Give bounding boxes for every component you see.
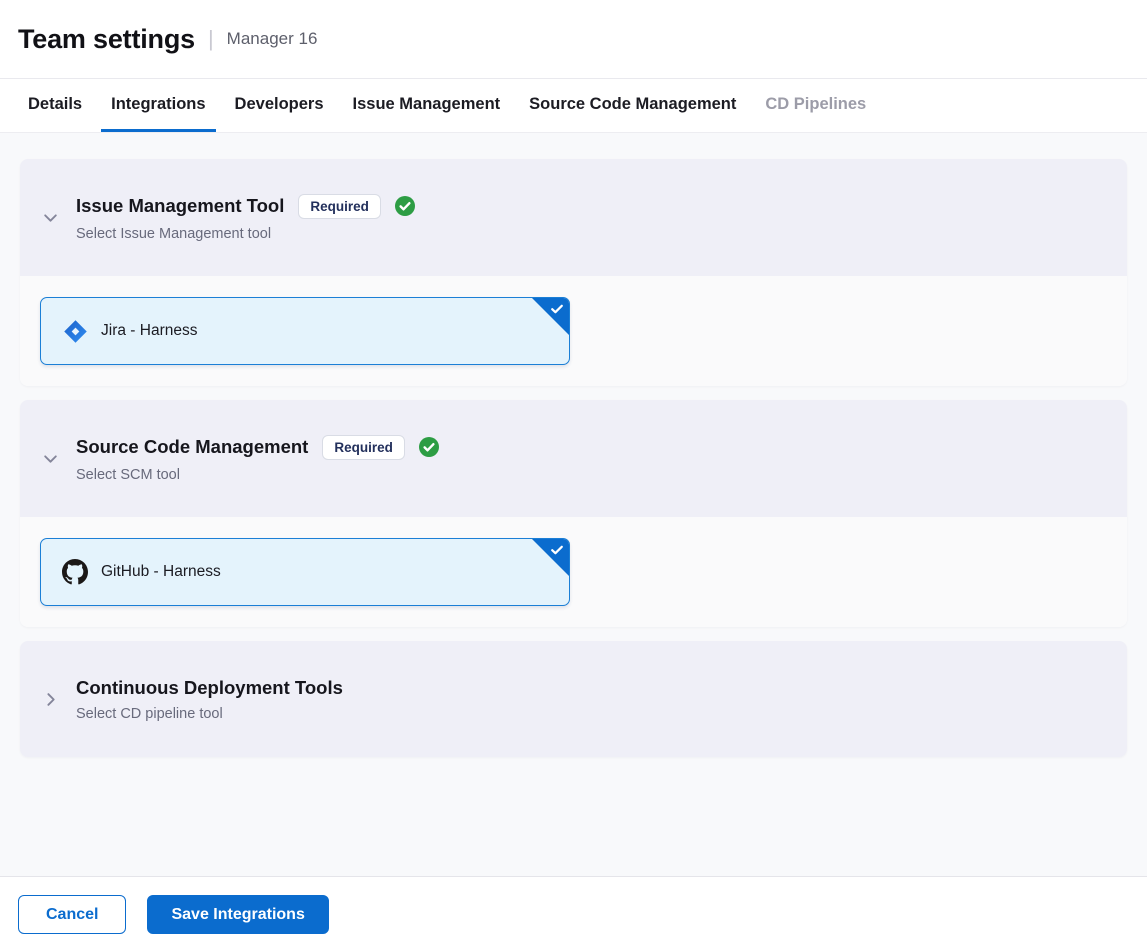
- section-titles: Issue Management Tool Required Select Is…: [76, 194, 415, 242]
- issue-management-section: Issue Management Tool Required Select Is…: [20, 159, 1127, 386]
- issue-management-options: Jira - Harness: [20, 276, 1127, 386]
- section-title: Issue Management Tool: [76, 195, 284, 217]
- continuous-deployment-section-header[interactable]: Continuous Deployment Tools Select CD pi…: [20, 641, 1127, 757]
- issue-management-section-header[interactable]: Issue Management Tool Required Select Is…: [20, 159, 1127, 276]
- chevron-down-icon[interactable]: [40, 208, 60, 228]
- section-titles: Source Code Management Required Select S…: [76, 435, 439, 483]
- chevron-right-icon[interactable]: [40, 689, 60, 709]
- save-integrations-button[interactable]: Save Integrations: [147, 895, 328, 934]
- continuous-deployment-section: Continuous Deployment Tools Select CD pi…: [20, 641, 1127, 757]
- github-logo-icon: [62, 559, 88, 585]
- jira-logo-icon: [62, 318, 88, 344]
- footer-action-bar: Cancel Save Integrations: [0, 876, 1147, 952]
- team-name-label: Manager 16: [227, 29, 318, 49]
- chevron-down-icon[interactable]: [40, 449, 60, 469]
- page-title: Team settings: [18, 24, 195, 55]
- green-check-circle-icon: [419, 437, 439, 457]
- green-check-circle-icon: [395, 196, 415, 216]
- jira-harness-card[interactable]: Jira - Harness: [40, 297, 570, 365]
- tab-source-code-management[interactable]: Source Code Management: [519, 79, 746, 132]
- team-settings-page: Team settings | Manager 16 Details Integ…: [0, 0, 1147, 952]
- section-title: Continuous Deployment Tools: [76, 677, 343, 699]
- tab-integrations[interactable]: Integrations: [101, 79, 215, 132]
- title-separator: |: [208, 26, 214, 52]
- section-subtitle: Select CD pipeline tool: [76, 706, 343, 722]
- tab-developers[interactable]: Developers: [225, 79, 334, 132]
- tool-card-label: GitHub - Harness: [101, 563, 221, 581]
- source-code-management-options: GitHub - Harness: [20, 517, 1127, 627]
- required-badge: Required: [298, 194, 381, 219]
- github-harness-card[interactable]: GitHub - Harness: [40, 538, 570, 606]
- cancel-button[interactable]: Cancel: [18, 895, 126, 934]
- page-header: Team settings | Manager 16: [0, 0, 1147, 79]
- section-titles: Continuous Deployment Tools Select CD pi…: [76, 677, 343, 722]
- tab-details[interactable]: Details: [18, 79, 92, 132]
- corner-checkmark-icon: [549, 301, 565, 317]
- integrations-panel: Issue Management Tool Required Select Is…: [0, 133, 1147, 876]
- tab-issue-management[interactable]: Issue Management: [343, 79, 511, 132]
- source-code-management-section-header[interactable]: Source Code Management Required Select S…: [20, 400, 1127, 517]
- corner-checkmark-icon: [549, 542, 565, 558]
- tool-card-label: Jira - Harness: [101, 322, 197, 340]
- section-title: Source Code Management: [76, 436, 308, 458]
- section-subtitle: Select SCM tool: [76, 467, 439, 483]
- tab-cd-pipelines: CD Pipelines: [755, 79, 876, 132]
- section-subtitle: Select Issue Management tool: [76, 226, 415, 242]
- required-badge: Required: [322, 435, 405, 460]
- settings-tab-bar: Details Integrations Developers Issue Ma…: [0, 79, 1147, 133]
- source-code-management-section: Source Code Management Required Select S…: [20, 400, 1127, 627]
